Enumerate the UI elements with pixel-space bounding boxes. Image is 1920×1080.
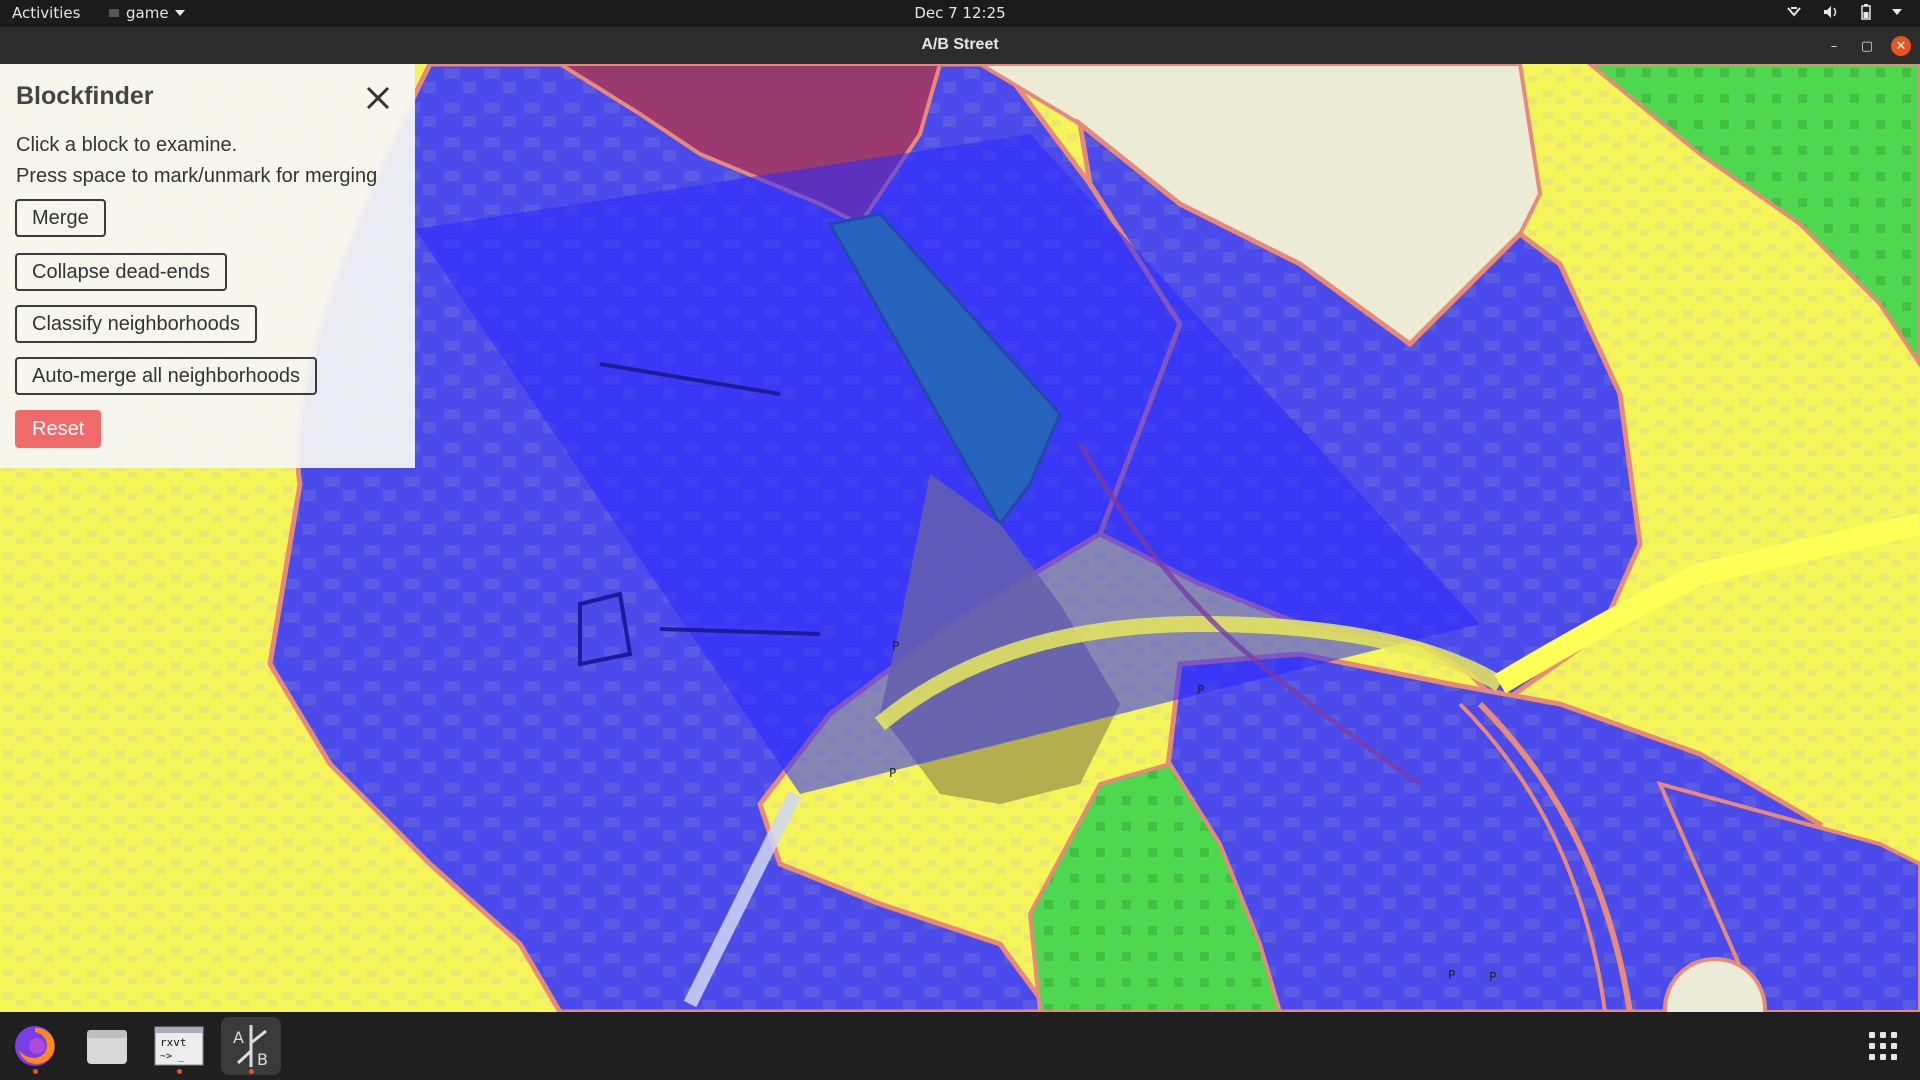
auto-merge-button[interactable]: Auto-merge all neighborhoods <box>15 357 317 395</box>
abstreet-icon: A B <box>233 1025 268 1069</box>
app-menu-label: game <box>126 4 169 22</box>
terminal-icon: rxvt ~> _ <box>154 1026 204 1066</box>
battery-icon[interactable] <box>1860 3 1872 21</box>
parking-label: P <box>1489 970 1496 984</box>
app-menu[interactable]: game <box>108 4 185 22</box>
close-icon[interactable] <box>364 84 392 112</box>
dock-item-files[interactable] <box>77 1017 137 1075</box>
panel-title: Blockfinder <box>16 82 154 110</box>
dock-item-abstreet[interactable]: A B <box>221 1017 281 1075</box>
abstreet-label-b: B <box>257 1050 268 1069</box>
window-title-bar: A/B Street – ▢ ✕ <box>0 27 1920 65</box>
show-apps-button[interactable] <box>1853 1017 1913 1075</box>
system-menu-icon[interactable] <box>1892 9 1902 15</box>
close-icon[interactable]: ✕ <box>1891 36 1911 56</box>
firefox-icon <box>15 1026 55 1066</box>
parking-label: P <box>889 766 896 780</box>
running-indicator <box>248 1069 254 1074</box>
maximize-icon[interactable]: ▢ <box>1857 36 1877 56</box>
show-apps-icon <box>1869 1032 1897 1060</box>
app-icon <box>109 9 119 17</box>
parking-label: P <box>1448 968 1455 982</box>
running-indicator <box>176 1069 182 1074</box>
svg-text:~> _: ~> _ <box>160 1051 185 1062</box>
volume-icon[interactable] <box>1822 4 1840 20</box>
classify-neighborhoods-button[interactable]: Classify neighborhoods <box>15 305 257 343</box>
merge-button[interactable]: Merge <box>15 199 106 237</box>
chevron-down-icon <box>174 10 185 16</box>
terminal-label: rxvt <box>160 1036 187 1049</box>
instruction-text: Click a block to examine. <box>16 134 238 156</box>
dock-item-firefox[interactable] <box>5 1017 65 1075</box>
blockfinder-panel: Blockfinder Click a block to examine. Pr… <box>0 64 415 468</box>
instruction-text: Press space to mark/unmark for merging <box>16 165 378 187</box>
dock: rxvt ~> _ A B <box>0 1012 1920 1080</box>
network-icon[interactable] <box>1786 5 1802 19</box>
parking-label: P <box>1197 683 1204 697</box>
minimize-icon[interactable]: – <box>1824 36 1844 56</box>
top-bar: Activities game Dec 7 12:25 <box>0 0 1920 27</box>
window-title: A/B Street <box>921 36 999 53</box>
reset-button[interactable]: Reset <box>15 410 102 448</box>
abstreet-label-a: A <box>233 1028 244 1047</box>
activities-button[interactable]: Activities <box>12 4 80 22</box>
dock-item-terminal[interactable]: rxvt ~> _ <box>149 1017 209 1075</box>
clock[interactable]: Dec 7 12:25 <box>914 4 1005 22</box>
parking-label: P <box>892 639 899 653</box>
files-icon <box>87 1030 127 1064</box>
collapse-dead-ends-button[interactable]: Collapse dead-ends <box>15 253 227 291</box>
running-indicator <box>32 1069 38 1074</box>
